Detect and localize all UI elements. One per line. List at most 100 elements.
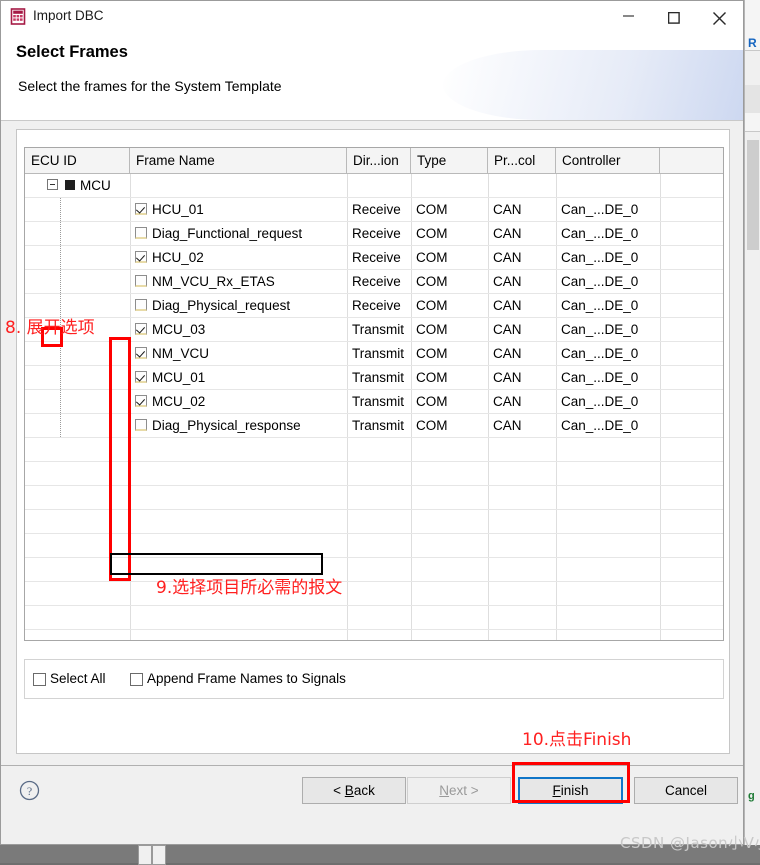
table-row[interactable]: NM_VCU_Rx_ETAS Receive COM CAN Can_...DE_0 (25, 270, 723, 294)
frame-checkbox[interactable] (135, 275, 147, 287)
column-header-ecu-id[interactable]: ECU ID (25, 148, 130, 173)
table-row[interactable]: MCU_01 Transmit COM CAN Can_...DE_0 (25, 366, 723, 390)
tree-connector-icon (60, 222, 61, 246)
cell-type: COM (416, 274, 448, 289)
frame-checkbox[interactable] (135, 347, 147, 359)
background-scrollbar-thumb[interactable] (747, 140, 759, 250)
table-row[interactable]: Diag_Physical_request Receive COM CAN Can_..… (25, 294, 723, 318)
dialog-button-bar: ? < Back Next > Finish Cancel (1, 765, 743, 815)
table-header-row: ECU ID Frame Name Dir...ion Type Pr...co… (25, 148, 723, 174)
import-dbc-dialog: Import DBC Select Frames Select the fram… (0, 0, 744, 845)
cell-frame-name: HCU_01 (152, 202, 204, 217)
column-header-protocol[interactable]: Pr...col (488, 148, 556, 173)
column-header-frame-name[interactable]: Frame Name (130, 148, 347, 173)
cell-frame-name: MCU_01 (152, 370, 206, 385)
cell-frame-name: NM_VCU (152, 346, 210, 361)
annotation-step-10: 10.点击Finish (522, 730, 632, 750)
table-row-root-ecu[interactable]: MCU (25, 174, 723, 198)
column-header-direction[interactable]: Dir...ion (347, 148, 411, 173)
select-all-label[interactable]: Select All (50, 671, 106, 686)
cell-type: COM (416, 226, 448, 241)
frame-checkbox[interactable] (135, 371, 147, 383)
background-right-panel (744, 0, 760, 845)
cell-controller: Can_...DE_0 (561, 250, 639, 265)
close-icon[interactable] (697, 1, 742, 31)
cell-direction: Receive (352, 274, 401, 289)
cell-direction: Receive (352, 250, 401, 265)
column-header-controller[interactable]: Controller (556, 148, 660, 173)
table-row-empty (25, 486, 723, 510)
cell-protocol: CAN (493, 250, 522, 265)
frame-checkbox[interactable] (135, 419, 147, 431)
finish-mnemonic: F (552, 783, 561, 798)
cell-direction: Transmit (352, 394, 405, 409)
table-row-empty (25, 510, 723, 534)
cell-direction: Receive (352, 298, 401, 313)
frame-checkbox[interactable] (135, 395, 147, 407)
watermark: CSDN @Jason小V小 (620, 834, 760, 852)
cancel-button[interactable]: Cancel (634, 777, 738, 804)
append-frame-names-label[interactable]: Append Frame Names to Signals (147, 671, 346, 686)
frame-checkbox[interactable] (135, 227, 147, 239)
cell-controller: Can_...DE_0 (561, 394, 639, 409)
background-blue-label: R (748, 36, 757, 50)
back-mnemonic: B (344, 783, 354, 798)
cell-direction: Transmit (352, 346, 405, 361)
cell-type: COM (416, 346, 448, 361)
cell-frame-name: MCU_03 (152, 322, 206, 337)
table-row-empty (25, 582, 723, 606)
table-row[interactable]: HCU_02 Receive COM CAN Can_...DE_0 (25, 246, 723, 270)
back-button[interactable]: < Back (302, 777, 406, 804)
cell-protocol: CAN (493, 394, 522, 409)
cell-controller: Can_...DE_0 (561, 346, 639, 361)
table-row-empty (25, 606, 723, 630)
table-row-empty (25, 438, 723, 462)
frame-checkbox[interactable] (135, 203, 147, 215)
tree-connector-icon (60, 414, 61, 438)
table-row[interactable]: MCU_03 Transmit COM CAN Can_...DE_0 (25, 318, 723, 342)
annotation-step-9: 9.选择项目所必需的报文 (156, 578, 343, 598)
frame-checkbox[interactable] (135, 251, 147, 263)
cell-frame-name: HCU_02 (152, 250, 204, 265)
tree-connector-icon (60, 390, 61, 414)
finish-button[interactable]: Finish (518, 777, 623, 804)
root-ecu-label: MCU (80, 178, 111, 193)
cell-controller: Can_...DE_0 (561, 298, 639, 313)
select-all-checkbox[interactable] (33, 673, 46, 686)
cell-direction: Receive (352, 202, 401, 217)
cell-direction: Transmit (352, 322, 405, 337)
table-row[interactable]: Diag_Physical_response Transmit COM CAN Can_… (25, 414, 723, 438)
table-row-empty (25, 558, 723, 582)
next-button[interactable]: Next > (407, 777, 511, 804)
append-frame-names-checkbox[interactable] (130, 673, 143, 686)
cell-protocol: CAN (493, 202, 522, 217)
cell-controller: Can_...DE_0 (561, 226, 639, 241)
frame-checkbox[interactable] (135, 323, 147, 335)
cell-frame-name: Diag_Physical_request (152, 298, 291, 313)
column-header-type[interactable]: Type (411, 148, 488, 173)
background-green-label: g (748, 790, 755, 802)
minimize-icon[interactable] (607, 1, 652, 31)
header-decoration (443, 50, 743, 120)
help-icon[interactable]: ? (19, 780, 40, 801)
cell-controller: Can_...DE_0 (561, 274, 639, 289)
cell-protocol: CAN (493, 298, 522, 313)
maximize-icon[interactable] (652, 1, 697, 31)
frame-checkbox[interactable] (135, 299, 147, 311)
page-title: Select Frames (16, 43, 128, 61)
annotation-step-8: 8. 展开选项 (5, 318, 95, 338)
options-panel: Select All Append Frame Names to Signals (24, 659, 724, 699)
table-row[interactable]: NM_VCU Transmit COM CAN Can_...DE_0 (25, 342, 723, 366)
wizard-header: Select Frames Select the frames for the … (1, 32, 743, 121)
cell-type: COM (416, 394, 448, 409)
frames-table[interactable]: ECU ID Frame Name Dir...ion Type Pr...co… (24, 147, 724, 641)
svg-text:?: ? (27, 784, 32, 798)
cell-controller: Can_...DE_0 (561, 202, 639, 217)
column-header-spacer[interactable] (660, 148, 723, 173)
cell-type: COM (416, 370, 448, 385)
collapse-expander-icon[interactable] (47, 179, 58, 190)
table-row[interactable]: Diag_Functional_request Receive COM CAN Can_… (25, 222, 723, 246)
cell-controller: Can_...DE_0 (561, 418, 639, 433)
table-row[interactable]: MCU_02 Transmit COM CAN Can_...DE_0 (25, 390, 723, 414)
table-row[interactable]: HCU_01 Receive COM CAN Can_...DE_0 (25, 198, 723, 222)
